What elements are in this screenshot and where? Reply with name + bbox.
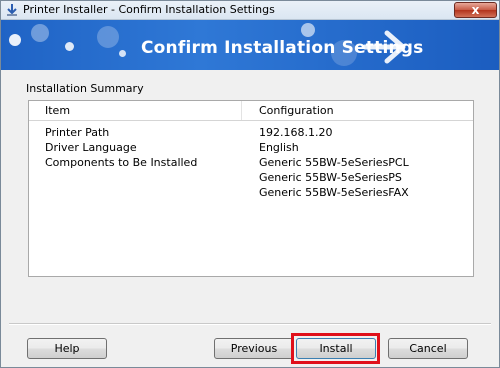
- installer-window: Printer Installer - Confirm Installation…: [0, 0, 500, 368]
- installation-summary-list[interactable]: Item Configuration Printer Path 192.168.…: [28, 100, 474, 277]
- previous-button[interactable]: Previous: [214, 338, 294, 359]
- row-config-printer-path: 192.168.1.20: [259, 126, 333, 139]
- footer-divider: [9, 323, 491, 325]
- help-button[interactable]: Help: [27, 338, 107, 359]
- bubble-decoration: [31, 24, 49, 42]
- row-config-component-fax: Generic 55BW-5eSeriesFAX: [259, 186, 409, 199]
- printer-installer-icon: [7, 4, 17, 16]
- row-config-driver-language: English: [259, 141, 299, 154]
- row-config-component-pcl: Generic 55BW-5eSeriesPCL: [259, 156, 409, 169]
- bubble-decoration: [301, 23, 315, 37]
- bubble-decoration: [97, 26, 119, 48]
- bubble-decoration: [119, 50, 126, 57]
- bubble-decoration: [65, 42, 74, 51]
- header-banner: Confirm Installation Settings: [1, 20, 499, 70]
- install-highlight-box: [291, 333, 380, 364]
- row-config-component-ps: Generic 55BW-5eSeriesPS: [259, 171, 402, 184]
- header-divider: [29, 120, 473, 121]
- window-title: Printer Installer - Confirm Installation…: [23, 3, 275, 16]
- close-icon: x: [471, 3, 480, 17]
- column-header-configuration[interactable]: Configuration: [242, 101, 473, 120]
- row-item-driver-language: Driver Language: [45, 141, 137, 154]
- close-button[interactable]: x: [454, 2, 497, 18]
- row-item-components: Components to Be Installed: [45, 156, 198, 169]
- cancel-button[interactable]: Cancel: [388, 338, 468, 359]
- installation-summary-label: Installation Summary: [26, 82, 144, 95]
- row-item-printer-path: Printer Path: [45, 126, 110, 139]
- right-arrow-icon: [362, 30, 406, 64]
- bubble-decoration: [9, 34, 21, 46]
- title-bar[interactable]: Printer Installer - Confirm Installation…: [1, 1, 499, 20]
- column-header-item[interactable]: Item: [29, 101, 242, 120]
